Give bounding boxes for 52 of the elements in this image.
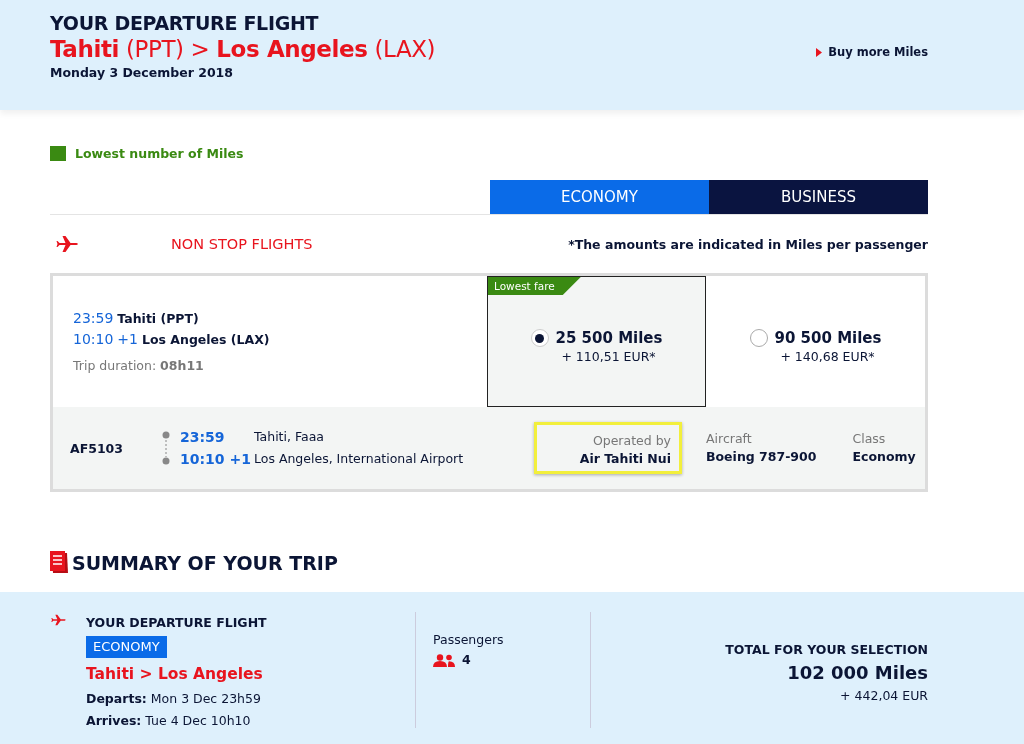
fare-taxes: + 140,68 EUR* [780, 349, 875, 364]
arrival-place: Los Angeles (LAX) [141, 332, 270, 347]
legend-swatch [50, 146, 66, 161]
fare-badge: Lowest fare [488, 277, 581, 295]
arrival-airport: Los Angeles, International Airport [254, 450, 465, 468]
cabin-badge: ECONOMY [86, 636, 167, 658]
fare-taxes: + 110,51 EUR* [561, 349, 656, 364]
departure-time: 23:59 [73, 310, 114, 326]
page-title: YOUR DEPARTURE FLIGHT [50, 12, 320, 34]
section-heading: NON STOP FLIGHTS [171, 236, 314, 252]
class-name: Economy [852, 448, 916, 466]
flight-number: AF5103 [70, 440, 124, 456]
passenger-count: 4 [462, 651, 471, 669]
cabin-tab[interactable]: BUSINESS [709, 180, 928, 214]
plane-icon [50, 612, 68, 628]
fare-option[interactable]: Lowest fare 25 500 Miles + 110,51 EUR* [487, 276, 706, 407]
fare-option[interactable]: 90 500 Miles + 140,68 EUR* [706, 276, 925, 407]
aircraft-name: Boeing 787-900 [706, 448, 817, 466]
flight-label: YOUR DEPARTURE FLIGHT [86, 614, 267, 632]
departure-info: Departs: Mon 3 Dec 23h59 [86, 690, 262, 708]
flight-date: Monday 3 December 2018 [50, 65, 234, 80]
caret-icon [816, 47, 823, 57]
fare-note: *The amounts are indicated in Miles per passenger [568, 236, 928, 252]
operator-name: Air Tahiti Nui [578, 450, 671, 468]
passengers-label: Passengers [433, 631, 505, 649]
aircraft-label: Aircraft [706, 430, 753, 448]
departure-place: Tahiti (PPT) [117, 311, 199, 326]
people-icon [433, 653, 455, 667]
timeline-icon [162, 431, 170, 465]
fare-miles: 25 500 Miles [555, 329, 663, 347]
arrival-time: 10:10 [73, 331, 114, 347]
radio-button[interactable] [749, 329, 768, 347]
trip-duration: Trip duration: 08h11 [73, 357, 205, 375]
total-label: TOTAL FOR YOUR SELECTION [724, 641, 928, 659]
cabin-tab[interactable]: ECONOMY [490, 180, 709, 214]
fare-miles: 90 500 Miles [774, 329, 882, 347]
summary-route: Tahiti > Los Angeles [86, 664, 264, 685]
arrival-time: 10:10 +1 [180, 450, 252, 469]
day-offset: +1 [117, 331, 138, 347]
section-title: SUMMARY OF YOUR TRIP [72, 552, 338, 574]
route-title: Tahiti (PPT) > Los Angeles (LAX) [50, 36, 436, 62]
buy-miles-link[interactable]: Buy more Miles [816, 44, 928, 60]
class-label: Class [852, 430, 887, 448]
total-miles: 102 000 Miles [786, 661, 928, 685]
radio-button[interactable] [530, 329, 549, 347]
legend-label: Lowest number of Miles [75, 146, 244, 161]
total-eur: + 442,04 EUR [839, 687, 928, 705]
operated-label: Operated by [591, 432, 671, 450]
arrival-info: Arrives: Tue 4 Dec 10h10 [86, 712, 252, 730]
document-icon [50, 551, 70, 575]
departure-airport: Tahiti, Faaa [254, 428, 325, 446]
departure-time: 23:59 [180, 428, 226, 447]
